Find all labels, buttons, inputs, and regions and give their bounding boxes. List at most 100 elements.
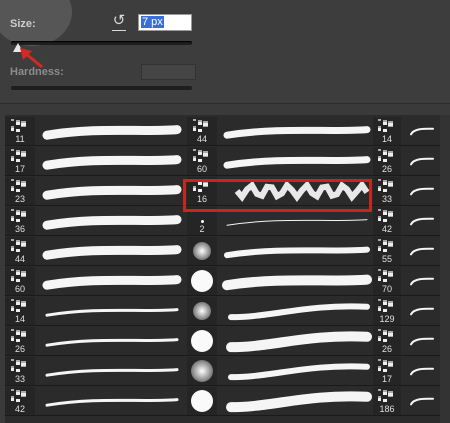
- preset-thumbnail[interactable]: 33: [5, 357, 35, 385]
- size-slider[interactable]: [11, 41, 192, 45]
- hardness-slider[interactable]: [11, 86, 192, 90]
- preset-stroke-preview[interactable]: [401, 327, 445, 355]
- preset-thumbnail[interactable]: 42: [373, 207, 401, 235]
- preset-thumbnail[interactable]: 11: [5, 117, 35, 145]
- preset-thumbnail[interactable]: 26: [373, 147, 401, 175]
- preset-size-label: 42: [381, 224, 392, 234]
- brush-tip-icon: [378, 179, 393, 192]
- preset-thumbnail[interactable]: [187, 357, 217, 385]
- preset-thumbnail[interactable]: 17: [5, 147, 35, 175]
- preset-stroke-preview[interactable]: [401, 207, 445, 235]
- preset-thumbnail[interactable]: 42: [5, 387, 35, 415]
- preset-thumbnail[interactable]: 17: [373, 357, 401, 385]
- soft-round-brush-icon: [193, 302, 211, 320]
- preset-thumbnail[interactable]: 44: [187, 117, 217, 145]
- preset-stroke-preview[interactable]: [37, 147, 187, 175]
- preset-stroke-preview[interactable]: [217, 387, 377, 415]
- preset-thumbnail[interactable]: 44: [5, 237, 35, 265]
- preset-stroke-preview[interactable]: [37, 297, 187, 325]
- preset-stroke-preview[interactable]: [37, 357, 187, 385]
- size-input[interactable]: 7 px: [138, 14, 192, 31]
- preset-stroke-preview[interactable]: [37, 207, 187, 235]
- brush-tip-icon: [11, 359, 26, 372]
- brush-tip-icon: [11, 389, 26, 402]
- brush-options-panel: Size: ↺ 7 px Hardness:: [0, 0, 450, 104]
- preset-stroke-preview[interactable]: [217, 297, 377, 325]
- soft-round-brush-icon: [191, 360, 213, 382]
- row-divider: [5, 235, 187, 236]
- preset-thumbnail[interactable]: 14: [373, 117, 401, 145]
- preset-stroke-preview[interactable]: [37, 237, 187, 265]
- preset-stroke-preview[interactable]: [401, 267, 445, 295]
- brush-tip-icon: [378, 119, 393, 132]
- row-divider: [5, 385, 187, 386]
- reset-icon[interactable]: ↺: [111, 13, 127, 31]
- row-divider: [187, 265, 379, 266]
- preset-stroke-preview[interactable]: [401, 297, 445, 325]
- preset-thumbnail[interactable]: [187, 327, 217, 355]
- preset-size-label: 2: [199, 224, 205, 234]
- row-divider: [5, 415, 187, 416]
- brush-tip-icon: [378, 209, 393, 222]
- preset-stroke-preview[interactable]: [401, 387, 445, 415]
- preset-thumbnail[interactable]: 23: [5, 177, 35, 205]
- preset-size-label: 26: [381, 164, 392, 174]
- preset-stroke-preview[interactable]: [217, 237, 377, 265]
- preset-thumbnail[interactable]: 186: [373, 387, 401, 415]
- preset-stroke-preview[interactable]: [217, 357, 377, 385]
- row-divider: [5, 265, 187, 266]
- preset-thumbnail[interactable]: [187, 237, 217, 265]
- preset-stroke-preview[interactable]: [37, 327, 187, 355]
- brush-tip-icon: [11, 269, 26, 282]
- row-divider: [373, 355, 447, 356]
- preset-stroke-preview[interactable]: [401, 177, 445, 205]
- row-divider: [187, 325, 379, 326]
- row-divider: [5, 145, 187, 146]
- brush-tip-icon: [11, 179, 26, 192]
- soft-round-brush-icon: [191, 390, 213, 412]
- preset-thumbnail[interactable]: 55: [373, 237, 401, 265]
- scrollbar[interactable]: [440, 115, 450, 423]
- preset-stroke-preview[interactable]: [217, 327, 377, 355]
- row-divider: [5, 205, 187, 206]
- preset-stroke-preview[interactable]: [217, 147, 377, 175]
- preset-size-label: 60: [196, 164, 207, 174]
- row-divider: [373, 265, 447, 266]
- preset-stroke-preview[interactable]: [401, 237, 445, 265]
- row-divider: [187, 175, 379, 176]
- preset-thumbnail[interactable]: 36: [5, 207, 35, 235]
- preset-size-label: 26: [381, 344, 392, 354]
- row-divider: [187, 295, 379, 296]
- row-divider: [373, 235, 447, 236]
- preset-thumbnail[interactable]: 26: [5, 327, 35, 355]
- brush-tip-icon: [378, 329, 393, 342]
- preset-thumbnail[interactable]: 33: [373, 177, 401, 205]
- preset-thumbnail[interactable]: 60: [5, 267, 35, 295]
- preset-thumbnail[interactable]: 26: [373, 327, 401, 355]
- preset-stroke-preview[interactable]: [217, 117, 377, 145]
- preset-thumbnail[interactable]: 60: [187, 147, 217, 175]
- preset-stroke-preview[interactable]: [37, 177, 187, 205]
- row-divider: [187, 385, 379, 386]
- preset-size-label: 186: [379, 404, 395, 414]
- preset-size-label: 17: [381, 374, 392, 384]
- preset-thumbnail[interactable]: 70: [373, 267, 401, 295]
- preset-size-label: 44: [14, 254, 25, 264]
- preset-stroke-preview[interactable]: [401, 117, 445, 145]
- preset-stroke-preview[interactable]: [37, 387, 187, 415]
- preset-size-label: 70: [381, 284, 392, 294]
- divider: [0, 103, 450, 104]
- preset-thumbnail[interactable]: [187, 297, 217, 325]
- row-divider: [187, 235, 379, 236]
- preset-stroke-preview[interactable]: [217, 267, 377, 295]
- preset-thumbnail[interactable]: 14: [5, 297, 35, 325]
- preset-thumbnail[interactable]: [187, 267, 217, 295]
- hardness-input[interactable]: [141, 64, 196, 80]
- preset-stroke-preview[interactable]: [401, 147, 445, 175]
- preset-thumbnail[interactable]: [187, 387, 217, 415]
- preset-stroke-preview[interactable]: [37, 267, 187, 295]
- preset-stroke-preview[interactable]: [401, 357, 445, 385]
- row-divider: [187, 415, 379, 416]
- preset-thumbnail[interactable]: 129: [373, 297, 401, 325]
- preset-stroke-preview[interactable]: [37, 117, 187, 145]
